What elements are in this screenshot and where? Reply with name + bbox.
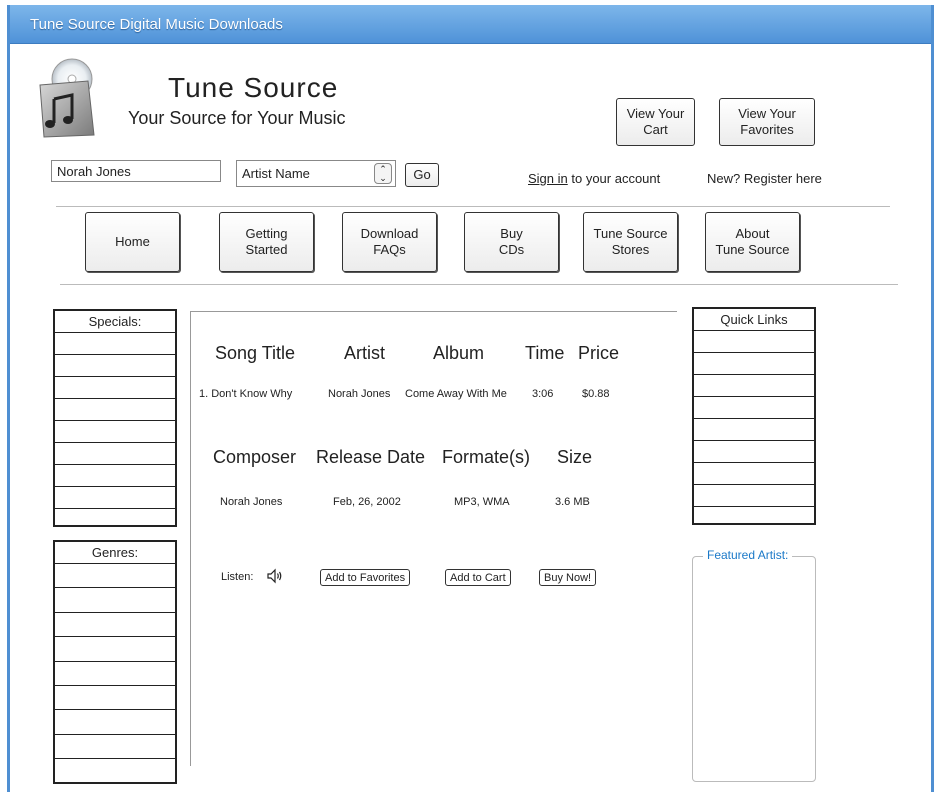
list-item[interactable]	[694, 507, 814, 529]
list-item[interactable]	[55, 588, 175, 613]
list-item[interactable]	[694, 485, 814, 507]
size-value: 3.6 MB	[555, 496, 590, 508]
nav-download-faqs[interactable]: Download FAQs	[342, 212, 437, 272]
go-button[interactable]: Go	[405, 163, 439, 187]
listen-label: Listen:	[221, 571, 254, 583]
search-input[interactable]: Norah Jones	[51, 160, 221, 182]
featured-artist-panel: Featured Artist:	[692, 548, 816, 782]
header-song-title: Song Title	[215, 343, 296, 363]
list-item[interactable]	[55, 465, 175, 487]
list-item[interactable]	[55, 662, 175, 686]
list-item[interactable]	[55, 399, 175, 421]
window-title: Tune Source Digital Music Downloads	[30, 16, 283, 33]
list-item[interactable]	[694, 375, 814, 397]
nav-getting-started[interactable]: Getting Started	[219, 212, 314, 272]
list-item[interactable]	[55, 509, 175, 531]
nav-about-tune-source[interactable]: About Tune Source	[705, 212, 800, 272]
song-title-value: 1. Don't Know Why	[199, 388, 293, 400]
search-type-value: Artist Name	[242, 166, 310, 181]
list-item[interactable]	[55, 686, 175, 711]
nav-home[interactable]: Home	[85, 212, 180, 272]
list-item[interactable]	[55, 443, 175, 465]
brand-title: Tune Source	[168, 72, 339, 103]
view-cart-button[interactable]: View Your Cart	[616, 98, 695, 146]
stepper-icon[interactable]: ⌃ ⌄	[374, 163, 392, 184]
quick-links-title: Quick Links	[694, 309, 814, 331]
header-price: Price	[578, 343, 620, 363]
list-item[interactable]	[55, 333, 175, 355]
header-album: Album	[433, 343, 485, 363]
list-item[interactable]	[694, 353, 814, 375]
shopping-bag-music-icon	[36, 55, 98, 139]
buy-now-button[interactable]: Buy Now!	[539, 569, 597, 586]
divider	[60, 284, 898, 285]
sign-in-link[interactable]: Sign in	[528, 171, 568, 186]
search-type-select[interactable]: Artist Name ⌃ ⌄	[236, 160, 396, 187]
album-value: Come Away With Me	[405, 388, 507, 400]
featured-artist-title: Featured Artist:	[703, 548, 793, 562]
list-item[interactable]	[55, 487, 175, 509]
list-item[interactable]	[55, 421, 175, 443]
header-artist: Artist	[344, 343, 386, 363]
list-item[interactable]	[694, 397, 814, 419]
divider	[56, 206, 890, 207]
sign-in-suffix: to your account	[567, 171, 661, 186]
time-value: 3:06	[532, 388, 554, 400]
add-to-favorites-button[interactable]: Add to Favorites	[320, 569, 411, 586]
header-size: Size	[557, 447, 593, 467]
genres-list: Genres:	[53, 540, 177, 784]
header-time: Time	[525, 343, 565, 363]
nav-buy-cds[interactable]: Buy CDs	[464, 212, 559, 272]
list-item[interactable]	[55, 759, 175, 783]
list-item[interactable]	[694, 331, 814, 353]
genres-title: Genres:	[55, 542, 175, 564]
header-composer: Composer	[213, 447, 297, 467]
song-detail-panel	[190, 311, 677, 766]
artist-value: Norah Jones	[328, 388, 391, 400]
view-favorites-button[interactable]: View Your Favorites	[719, 98, 815, 146]
formats-value: MP3, WMA	[454, 496, 510, 508]
quick-links-list: Quick Links	[692, 307, 816, 525]
composer-value: Norah Jones	[220, 496, 283, 508]
nav-tune-source-stores[interactable]: Tune Source Stores	[583, 212, 678, 272]
list-item[interactable]	[55, 735, 175, 760]
brand-subtitle: Your Source for Your Music	[128, 108, 346, 128]
header-release-date: Release Date	[316, 447, 426, 467]
sign-in-text: Sign in to your account	[528, 171, 660, 186]
add-to-cart-button[interactable]: Add to Cart	[445, 569, 511, 586]
list-item[interactable]	[55, 355, 175, 377]
list-item[interactable]	[694, 463, 814, 485]
list-item[interactable]	[55, 710, 175, 735]
release-date-value: Feb, 26, 2002	[333, 496, 401, 508]
list-item[interactable]	[55, 637, 175, 662]
specials-title: Specials:	[55, 311, 175, 333]
register-link[interactable]: New? Register here	[707, 171, 822, 186]
price-value: $0.88	[582, 388, 610, 400]
list-item[interactable]	[694, 419, 814, 441]
list-item[interactable]	[55, 564, 175, 589]
specials-list: Specials:	[53, 309, 177, 527]
list-item[interactable]	[694, 441, 814, 463]
list-item[interactable]	[55, 613, 175, 638]
window-titlebar: Tune Source Digital Music Downloads	[10, 5, 931, 44]
header-formats: Formate(s)	[442, 447, 531, 467]
list-item[interactable]	[55, 377, 175, 399]
speaker-icon[interactable]	[266, 568, 286, 584]
